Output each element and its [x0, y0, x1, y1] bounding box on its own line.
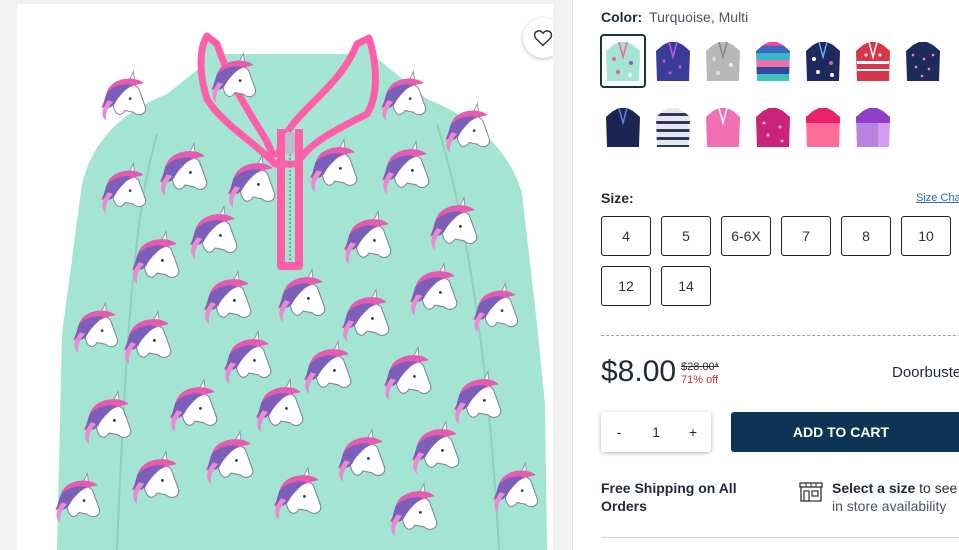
swatch-purple-colorblock[interactable] [850, 100, 896, 154]
swatch-grey-print[interactable] [700, 34, 746, 88]
swatch-navy-unicorn[interactable] [800, 34, 846, 88]
store-availability-rest: to see [915, 480, 958, 496]
color-label: Color: [601, 9, 643, 25]
size-option-8[interactable]: 8 [841, 216, 891, 256]
size-label: Size: [601, 190, 634, 206]
quantity-increase-button[interactable]: + [685, 424, 701, 440]
swatch-rainbow-stripe[interactable] [750, 34, 796, 88]
size-option-14[interactable]: 14 [661, 266, 711, 306]
add-to-cart-button[interactable]: ADD TO CART [731, 412, 959, 452]
heart-outline-icon [533, 30, 553, 47]
doorbuster-badge: Doorbuster [892, 364, 959, 381]
size-option-12[interactable]: 12 [601, 266, 651, 306]
size-option-10[interactable]: 10 [901, 216, 951, 256]
size-option-4[interactable]: 4 [601, 216, 651, 256]
swatch-magenta-print[interactable] [750, 100, 796, 154]
swatch-grey-stripe[interactable] [650, 100, 696, 154]
product-options-panel: Color: Turquoise, Multi Size: Size Cha 4… [573, 0, 959, 550]
quantity-stepper: - 1 + [601, 412, 711, 452]
sale-price: $8.00 [601, 355, 677, 388]
swatch-pink-colorblock[interactable] [800, 100, 846, 154]
free-shipping-text: Free Shipping on All Orders [601, 480, 737, 514]
store-availability-bold: Select a size [832, 480, 916, 496]
size-option-7[interactable]: 7 [781, 216, 831, 256]
store-icon [799, 482, 823, 502]
quantity-value[interactable]: 1 [652, 424, 660, 440]
size-option-5[interactable]: 5 [661, 216, 711, 256]
store-availability[interactable]: Select a size to see in store availabili… [832, 479, 957, 515]
swatch-turquoise-unicorn[interactable] [600, 34, 646, 88]
size-chart-link[interactable]: Size Chart [916, 192, 959, 204]
swatch-pink-solid[interactable] [700, 100, 746, 154]
product-image-panel [17, 4, 553, 550]
store-availability-line2: in store availability [832, 498, 947, 514]
product-image[interactable] [17, 4, 553, 550]
swatch-navy-purple[interactable] [650, 34, 696, 88]
swatch-navy-dot[interactable] [900, 34, 946, 88]
section-divider [601, 335, 959, 336]
original-price: $28.00* [681, 361, 719, 373]
bottom-divider [601, 537, 959, 538]
discount-text: 71% off [681, 374, 719, 386]
size-option-6-6x[interactable]: 6-6X [721, 216, 771, 256]
swatch-red-fairisle[interactable] [850, 34, 896, 88]
swatch-navy-solid[interactable] [600, 100, 646, 154]
quantity-decrease-button[interactable]: - [611, 424, 627, 440]
color-value: Turquoise, Multi [649, 9, 749, 25]
color-row: Color: Turquoise, Multi [601, 9, 748, 25]
